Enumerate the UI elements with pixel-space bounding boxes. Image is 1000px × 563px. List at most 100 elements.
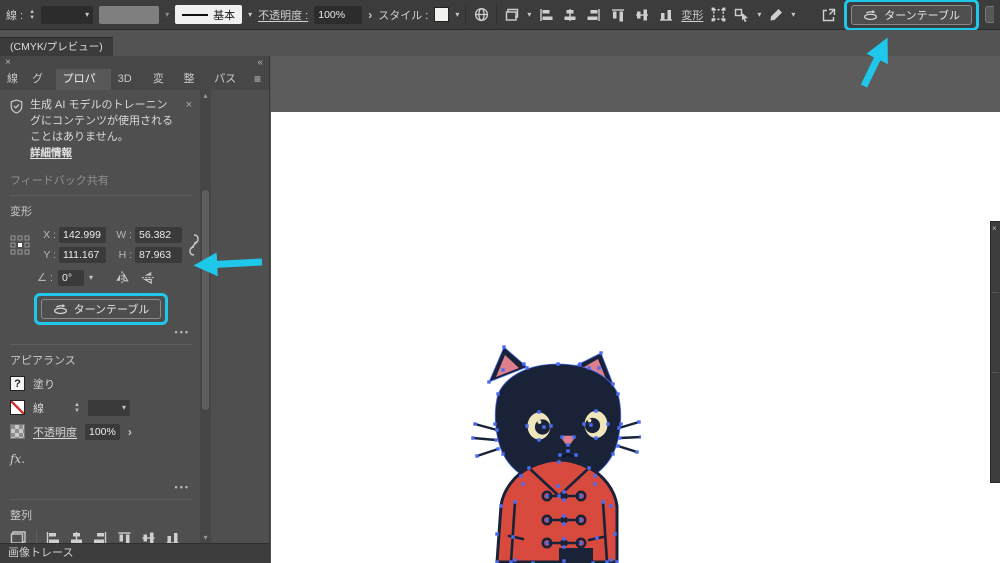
opacity-field[interactable]: 100% <box>85 423 120 440</box>
transform-section-title: 変形 <box>10 205 32 218</box>
tab-align[interactable]: 整列 <box>176 69 207 106</box>
document-info-icon[interactable] <box>472 6 490 24</box>
panel-menu-icon[interactable]: ≡ <box>246 69 269 90</box>
stroke-swatch-none[interactable] <box>10 400 25 416</box>
h-field[interactable]: 87.963 <box>135 246 182 263</box>
canvas[interactable]: × <box>271 56 1000 563</box>
fill-swatch[interactable]: ? <box>10 376 25 392</box>
properties-panel: × « 線 グラ プロパティ 3D と 変形 整列 パスフ ≡ <box>0 56 270 563</box>
brush-definition-dropdown[interactable]: 基本 <box>175 5 243 24</box>
stroke-weight-stepper[interactable]: ▲ ▼ <box>29 9 35 21</box>
tab-stroke[interactable]: 線 <box>0 69 25 90</box>
align-top-icon[interactable] <box>609 6 627 24</box>
clipped-toolbar-icon[interactable] <box>985 6 994 23</box>
w-field[interactable]: 56.382 <box>135 226 182 243</box>
tab-gradient[interactable]: グラ <box>25 69 56 106</box>
align-to-artboard-icon[interactable] <box>10 529 29 543</box>
chevron-down-icon: ▾ <box>248 10 253 19</box>
scrollbar-thumb[interactable] <box>202 190 209 410</box>
align-left-icon[interactable] <box>537 6 555 24</box>
y-field[interactable]: 111.167 <box>59 246 106 263</box>
brush-stroke-preview <box>182 13 209 16</box>
control-bar: 線 : ▲ ▼ ▾ ▾ 基本 ▾ 不透明度 : 100% › スタイル : ▾ ▾ <box>0 0 1000 31</box>
chevron-down-icon: ▾ <box>791 10 796 19</box>
align-center-icon[interactable] <box>561 6 579 24</box>
tab-properties[interactable]: プロパティ <box>55 69 111 106</box>
collapse-panel-icon[interactable]: « <box>257 56 263 69</box>
stroke-label: 線 <box>33 402 44 415</box>
transform-link[interactable]: 変形 <box>681 7 703 23</box>
close-icon[interactable]: × <box>5 56 11 69</box>
stroke-weight-field[interactable]: ▾ <box>41 5 94 24</box>
document-tab[interactable]: (CMYK/プレビュー) <box>0 37 113 56</box>
flip-horizontal-icon[interactable] <box>114 270 130 285</box>
turntable-icon <box>864 10 878 21</box>
flip-vertical-icon[interactable] <box>140 270 156 285</box>
opacity-link[interactable]: 不透明度 : <box>258 7 308 23</box>
reference-point-grid[interactable] <box>10 235 30 255</box>
chevron-right-icon[interactable]: › <box>128 426 132 438</box>
align-top-icon[interactable] <box>116 530 133 543</box>
docked-panel-edge[interactable]: × <box>990 221 1000 483</box>
cat-artwork[interactable] <box>471 334 641 563</box>
chevron-down-icon: ▾ <box>85 10 90 19</box>
more-options[interactable]: ••• <box>10 482 190 492</box>
chevron-down-icon: ▾ <box>757 10 762 19</box>
tab-pathfinder[interactable]: パスフ <box>207 69 246 106</box>
close-notice-icon[interactable]: × <box>186 98 192 114</box>
bounding-box-icon[interactable] <box>709 6 727 24</box>
style-label: スタイル : <box>378 9 429 22</box>
stroke-weight-stepper[interactable]: ▲ ▼ <box>74 402 80 414</box>
scroll-up-icon[interactable]: ▴ <box>200 91 211 100</box>
select-similar-icon[interactable] <box>733 6 751 24</box>
stroke-label: 線 : <box>6 9 24 22</box>
image-trace-bar[interactable]: 画像トレース <box>0 543 269 563</box>
appearance-section-title: アピアランス <box>10 354 76 367</box>
panel-tab-bar: 線 グラ プロパティ 3D と 変形 整列 パスフ ≡ <box>0 69 269 106</box>
align-middle-icon[interactable] <box>140 530 157 543</box>
arrange-documents-icon[interactable] <box>503 6 521 24</box>
chevron-down-icon: ▾ <box>121 402 126 412</box>
stroke-weight-field[interactable]: ▾ <box>87 399 130 416</box>
tab-transform[interactable]: 変形 <box>146 69 177 106</box>
more-options[interactable]: ••• <box>10 327 190 337</box>
chevron-down-icon[interactable]: ▾ <box>89 273 93 282</box>
turntable-button-panel[interactable]: ターンテーブル <box>40 298 162 319</box>
recolor-artwork-icon[interactable] <box>767 6 785 24</box>
x-field[interactable]: 142.999 <box>59 226 106 243</box>
turntable-button-top[interactable]: ターンテーブル <box>851 4 972 25</box>
chevron-down-icon: ▾ <box>527 10 532 19</box>
align-bottom-icon[interactable] <box>164 530 181 543</box>
details-link[interactable]: 詳細情報 <box>30 147 72 159</box>
panel-scrollbar[interactable]: ▴ ▾ <box>200 90 211 543</box>
fill-label: 塗り <box>33 378 55 391</box>
align-right-icon[interactable] <box>585 6 603 24</box>
align-middle-icon[interactable] <box>633 6 651 24</box>
align-bottom-icon[interactable] <box>657 6 675 24</box>
brush-name: 基本 <box>213 9 236 22</box>
angle-field[interactable]: 0° <box>57 269 84 286</box>
illustrator-window: 線 : ▲ ▼ ▾ ▾ 基本 ▾ 不透明度 : 100% › スタイル : ▾ ▾ <box>0 0 1000 563</box>
scroll-down-icon[interactable]: ▾ <box>200 533 211 542</box>
opacity-swatch[interactable] <box>10 424 25 440</box>
image-trace-tab[interactable]: 画像トレース <box>0 544 73 563</box>
close-icon[interactable]: × <box>992 224 997 233</box>
align-center-icon[interactable] <box>68 530 85 543</box>
opacity-link[interactable]: 不透明度 <box>33 424 77 440</box>
unlink-proportions-icon[interactable] <box>187 233 201 257</box>
ai-training-notice: × 生成 AI モデルのトレーニン グにコンテンツが使用される ことはありません… <box>10 96 192 162</box>
feedback-link[interactable]: フィードバック共有 <box>10 172 192 188</box>
align-section-title: 整列 <box>10 509 32 522</box>
align-left-icon[interactable] <box>44 530 61 543</box>
tab-3d[interactable]: 3D と <box>111 69 146 106</box>
style-swatch[interactable] <box>434 7 450 22</box>
export-icon[interactable] <box>820 6 838 24</box>
fx-effects-label[interactable]: fx. <box>10 452 192 466</box>
align-right-icon[interactable] <box>92 530 109 543</box>
width-profile-dropdown[interactable] <box>99 5 160 24</box>
turntable-highlight-annotation: ターンテーブル <box>844 0 979 31</box>
opacity-field[interactable]: 100% <box>314 5 363 24</box>
chevron-right-icon[interactable]: › <box>368 9 372 21</box>
chevron-down-icon: ▾ <box>165 10 170 19</box>
document-tab-strip: (CMYK/プレビュー) <box>0 30 1000 56</box>
